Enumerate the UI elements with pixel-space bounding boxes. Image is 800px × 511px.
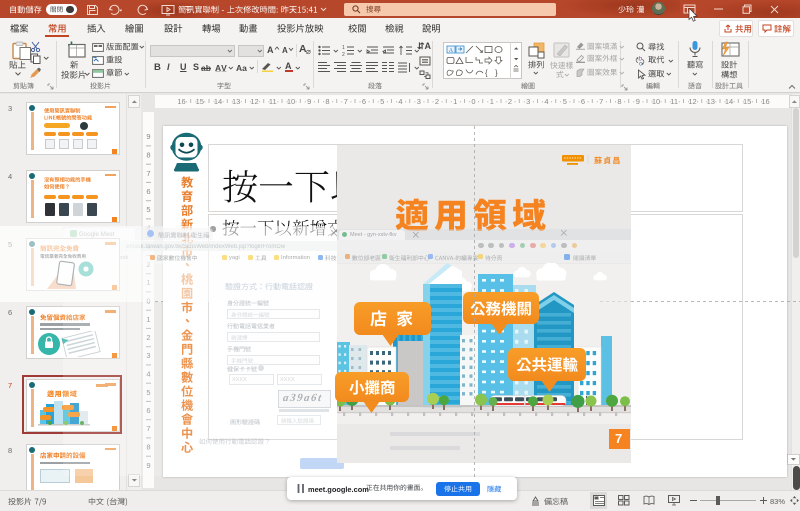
svg-text:14: 14 [725,97,733,106]
svg-text:15: 15 [743,97,751,106]
svg-text:6: 6 [581,97,585,106]
svg-text:4: 4 [398,97,402,106]
svg-text:9: 9 [636,97,640,106]
svg-text:2: 2 [435,97,439,106]
svg-text:16: 16 [177,97,185,106]
svg-text:11: 11 [269,97,277,106]
svg-text:7: 7 [599,97,603,106]
svg-text:3: 3 [526,97,530,106]
svg-text:10: 10 [652,97,660,106]
svg-text:8: 8 [146,151,150,160]
svg-text:9: 9 [146,132,150,141]
svg-text:5: 5 [563,97,567,106]
svg-text:7: 7 [146,169,150,178]
svg-text:5: 5 [380,97,384,106]
svg-text:4: 4 [544,97,548,106]
svg-text:16: 16 [761,97,769,106]
svg-text:15: 15 [196,97,204,106]
svg-text:8: 8 [617,97,621,106]
svg-text:2: 2 [508,97,512,106]
svg-text:7: 7 [344,97,348,106]
svg-text:9: 9 [307,97,311,106]
svg-text:11: 11 [670,97,678,106]
svg-text:1: 1 [490,97,494,106]
svg-text:13: 13 [232,97,240,106]
svg-text:6: 6 [362,97,366,106]
svg-text:14: 14 [214,97,222,106]
svg-text:12: 12 [250,97,258,106]
svg-text:12: 12 [688,97,696,106]
svg-text:10: 10 [287,97,295,106]
svg-text:0: 0 [471,97,475,106]
svg-text:1: 1 [453,97,457,106]
svg-text:5: 5 [146,205,150,214]
svg-text:3: 3 [417,97,421,106]
svg-text:6: 6 [146,187,150,196]
svg-text:8: 8 [325,97,329,106]
svg-text:13: 13 [707,97,715,106]
